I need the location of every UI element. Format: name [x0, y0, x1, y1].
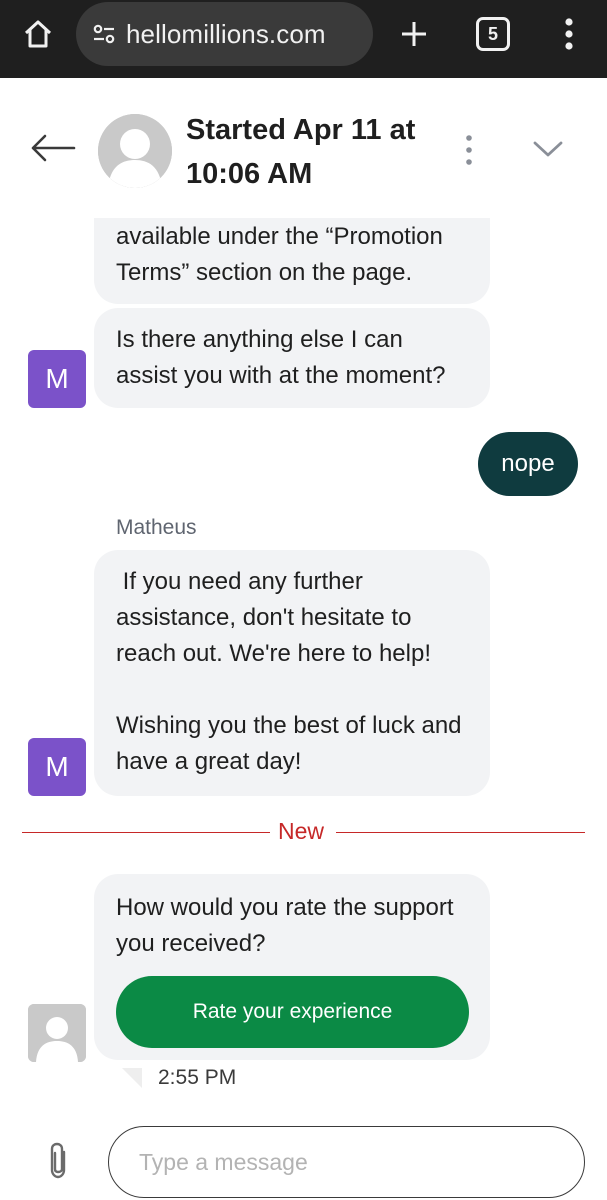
sender-name: Matheus	[116, 516, 197, 539]
message-input[interactable]	[108, 1126, 585, 1198]
avatar	[28, 1004, 86, 1062]
home-button[interactable]	[18, 16, 58, 56]
message-text: If you need any further assistance, don'…	[116, 568, 431, 667]
agent-avatar: M	[28, 738, 86, 796]
tune-icon[interactable]	[90, 20, 118, 48]
message-timestamp: 2:55 PM	[158, 1066, 237, 1089]
new-tab-button[interactable]	[392, 14, 436, 58]
plus-icon	[399, 19, 429, 54]
home-icon	[21, 17, 55, 56]
message-text: Is there anything else I can assist you …	[116, 326, 446, 389]
user-message: nope	[478, 432, 578, 496]
agent-message: Is there anything else I can assist you …	[94, 308, 490, 408]
person-icon	[28, 1004, 86, 1062]
message-text: nope	[501, 450, 555, 477]
chevron-down-icon	[532, 139, 564, 164]
agent-avatar: M	[28, 350, 86, 408]
avatar	[98, 114, 172, 188]
person-icon	[98, 114, 172, 188]
new-label: New	[278, 818, 325, 844]
more-vert-icon	[564, 17, 574, 56]
avatar-letter: M	[45, 363, 69, 394]
chat-header: Started Apr 11 at 10:06 AM	[0, 78, 607, 218]
chat-title: Started Apr 11 at 10:06 AM	[186, 114, 416, 190]
tabs-icon[interactable]: 5	[476, 17, 510, 51]
button-label: Rate your experience	[192, 1000, 393, 1023]
tab-count: 5	[487, 23, 498, 44]
chat-options-button[interactable]	[456, 132, 482, 172]
back-arrow-icon	[28, 133, 76, 168]
message-text: How would you rate the support you recei…	[116, 894, 454, 957]
rate-experience-button[interactable]: Rate your experience	[116, 976, 469, 1048]
avatar-letter: M	[45, 751, 69, 782]
browser-menu-button[interactable]	[552, 14, 586, 58]
attach-button[interactable]	[42, 1140, 74, 1184]
divider-line	[22, 832, 270, 833]
minimize-chat-button[interactable]	[528, 134, 568, 168]
paperclip-icon	[45, 1140, 71, 1185]
kebab-icon	[465, 134, 473, 171]
browser-toolbar: hellomillions.com 5	[0, 0, 607, 78]
agent-message: available under the “Promotion Terms” se…	[94, 218, 490, 304]
address-bar[interactable]: hellomillions.com	[76, 2, 373, 66]
divider-line	[336, 832, 585, 833]
message-text: available under the “Promotion Terms” se…	[116, 223, 443, 286]
url-text: hellomillions.com	[126, 18, 326, 49]
message-tail	[122, 1068, 142, 1088]
agent-message: If you need any further assistance, don'…	[94, 550, 490, 796]
new-messages-divider: New	[22, 818, 585, 848]
message-text: Wishing you the best of luck and have a …	[116, 712, 462, 775]
back-button[interactable]	[26, 130, 78, 170]
